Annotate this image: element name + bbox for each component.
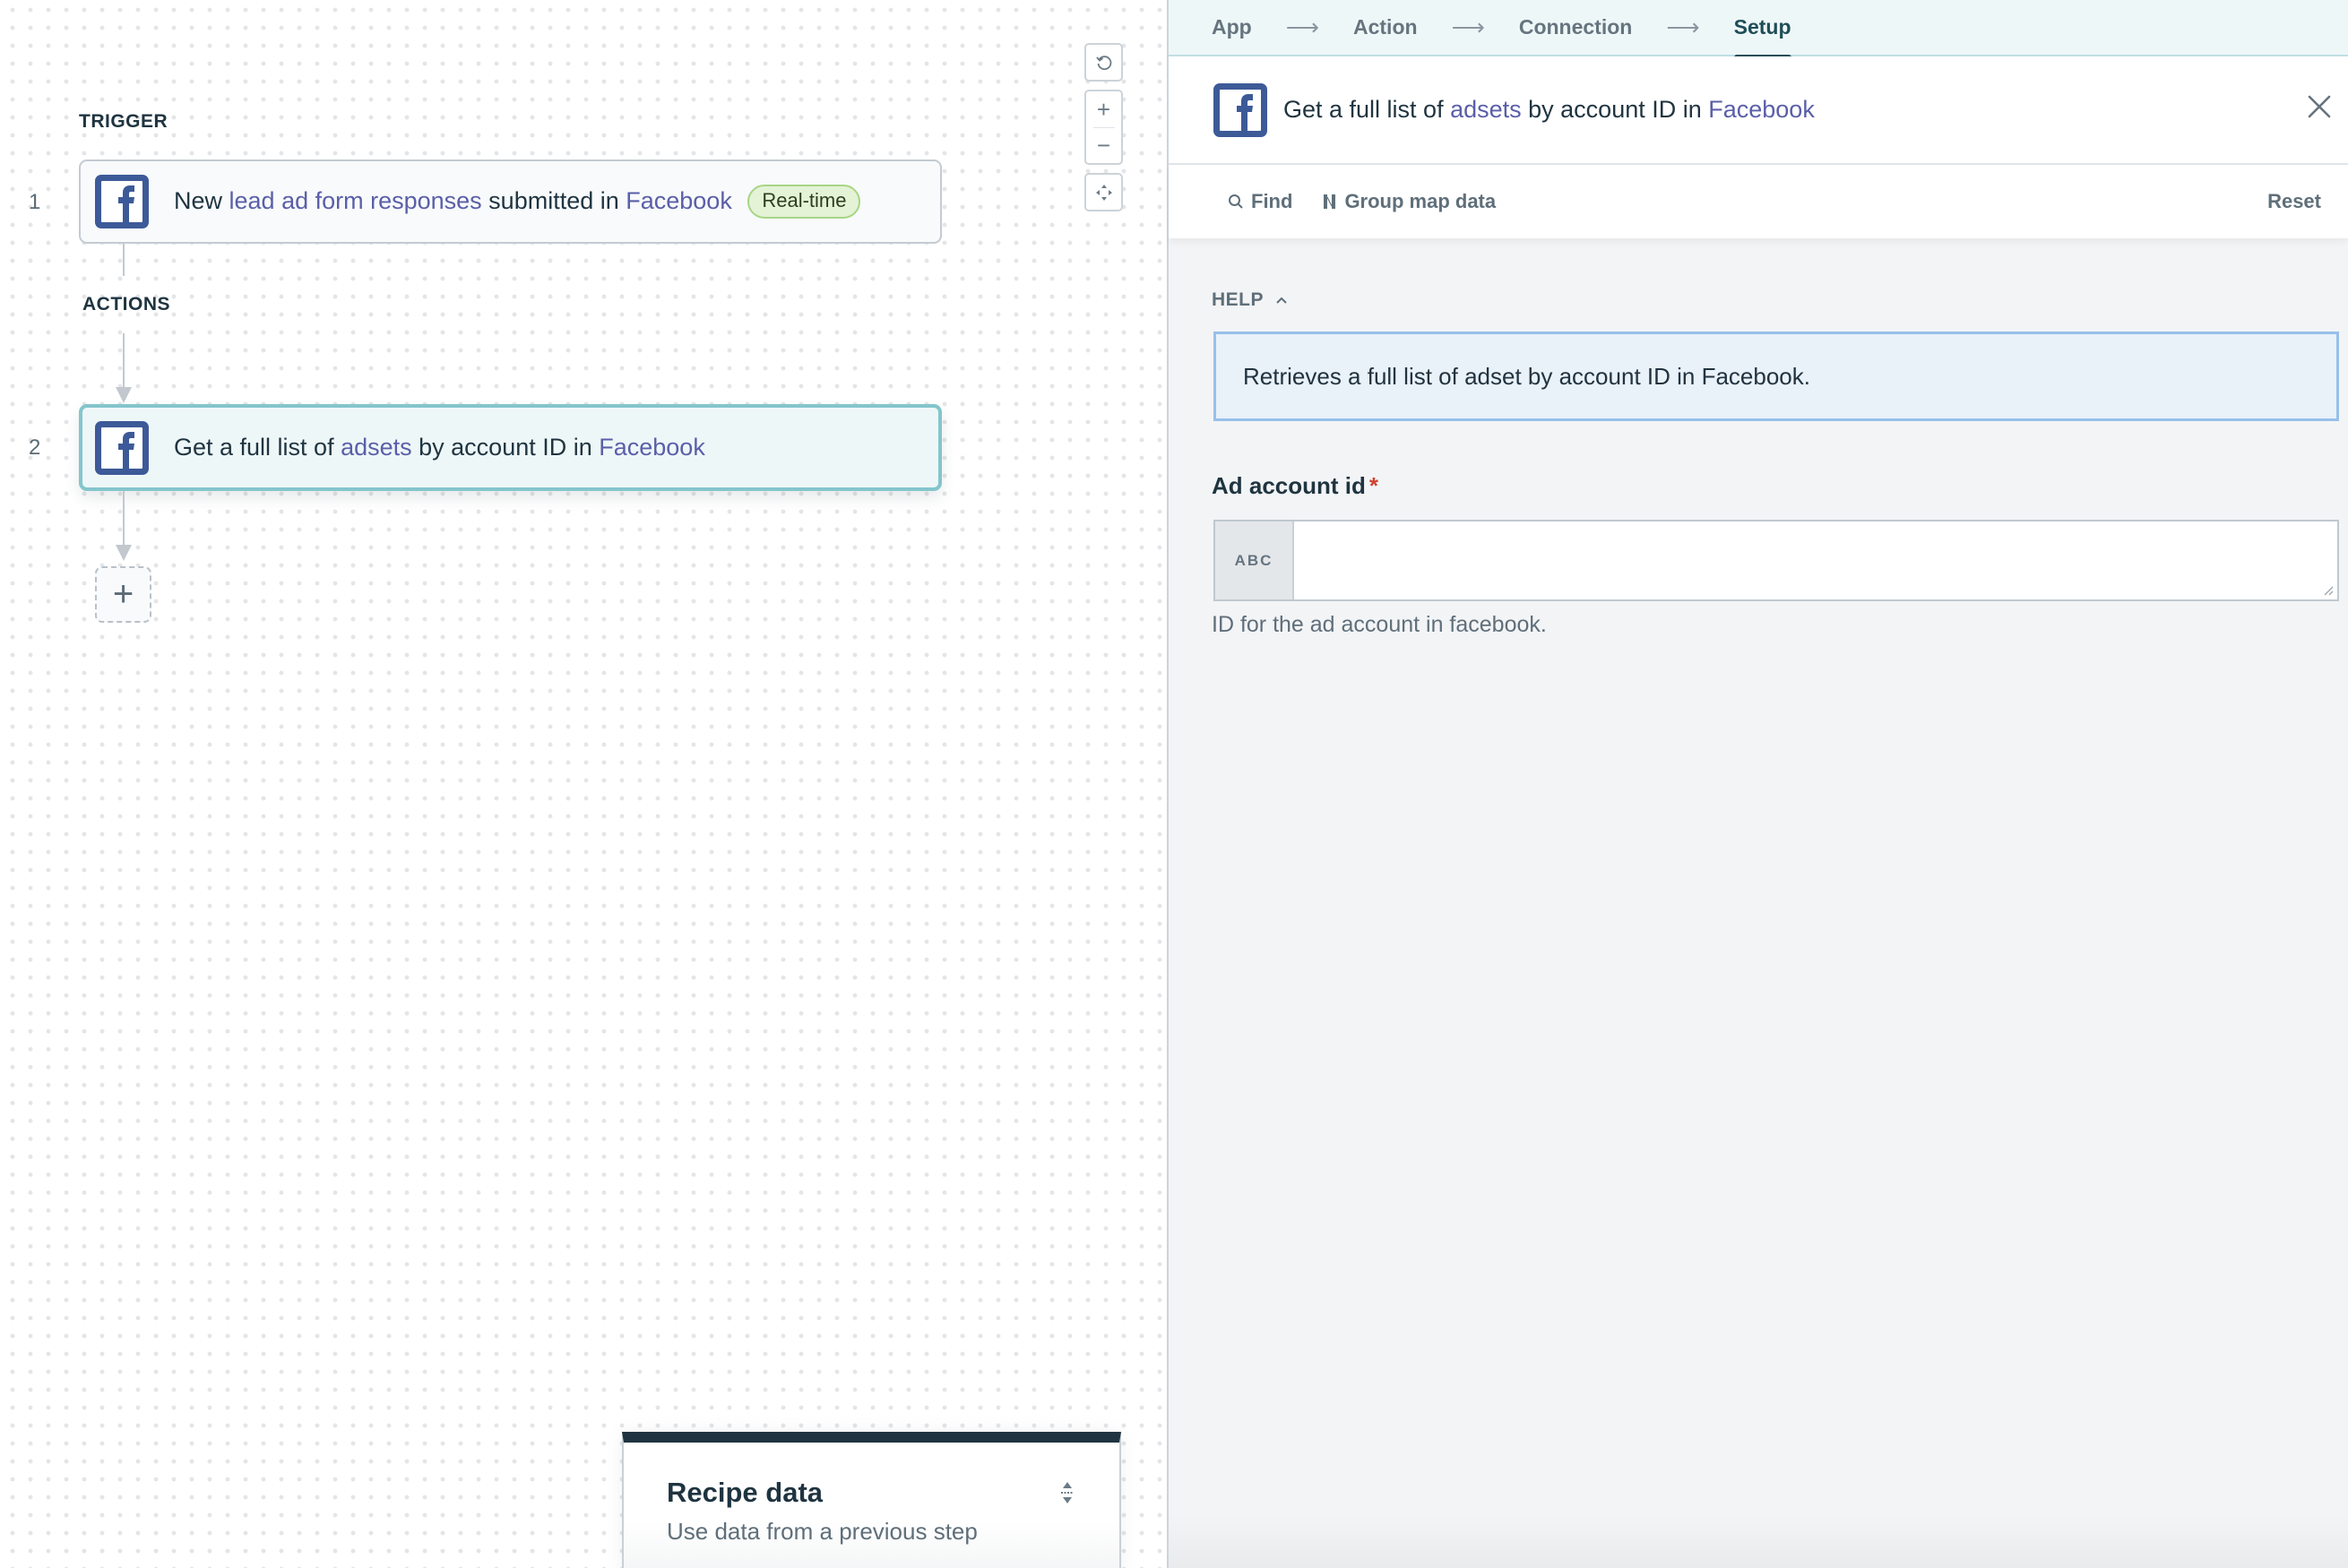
recipe-canvas[interactable]: TRIGGER 1 New lead ad form responses sub…	[0, 0, 1167, 1568]
facebook-icon	[95, 420, 149, 475]
text-part: submitted in	[481, 187, 626, 214]
trigger-step-text: New lead ad form responses submitted in …	[174, 185, 861, 219]
zoom-controls: + −	[1084, 90, 1123, 165]
app-link[interactable]: Facebook	[1708, 96, 1815, 123]
group-icon	[1324, 194, 1336, 209]
action-step-card[interactable]: Get a full list of adsets by account ID …	[79, 404, 942, 491]
trigger-step-card[interactable]: New lead ad form responses submitted in …	[79, 159, 942, 244]
close-icon[interactable]	[2303, 90, 2335, 123]
zoom-out-button[interactable]: −	[1086, 128, 1121, 163]
step-config-panel: App ⟶ Action ⟶ Connection ⟶ Setup Get a …	[1167, 0, 2348, 1568]
object-link[interactable]: adsets	[1450, 96, 1522, 123]
action-step-text: Get a full list of adsets by account ID …	[174, 434, 705, 461]
field-type-tag: ABC	[1215, 521, 1294, 599]
ad-account-id-field: ABC	[1213, 520, 2339, 601]
chevron-up-icon	[1276, 297, 1287, 304]
required-marker: *	[1368, 472, 1379, 499]
fit-view-icon	[1095, 184, 1112, 201]
expand-collapse-icon[interactable]	[1058, 1480, 1076, 1505]
ad-account-id-label: Ad account id *	[1212, 472, 1378, 500]
connector-line	[123, 333, 125, 392]
help-label: HELP	[1212, 289, 1265, 310]
find-button[interactable]: Find	[1228, 190, 1292, 213]
connector-line	[123, 244, 125, 276]
zoom-in-button[interactable]: +	[1086, 92, 1121, 127]
help-toggle[interactable]: HELP	[1212, 289, 1289, 311]
trigger-section-label: TRIGGER	[79, 111, 168, 132]
recipe-data-card[interactable]: Recipe data Use data from a previous ste…	[622, 1432, 1121, 1568]
fit-view-button[interactable]	[1084, 173, 1123, 211]
facebook-icon	[1213, 82, 1267, 137]
realtime-badge: Real-time	[747, 185, 861, 219]
object-link[interactable]: adsets	[341, 434, 412, 461]
connector-line	[123, 491, 125, 550]
recipe-data-title: Recipe data	[667, 1477, 824, 1508]
text-part: by account ID in	[411, 434, 600, 461]
help-text-box: Retrieves a full list of adset by accoun…	[1213, 332, 2339, 421]
breadcrumb-setup[interactable]: Setup	[1733, 15, 1791, 59]
reset-view-button[interactable]	[1084, 43, 1123, 82]
breadcrumb-app[interactable]: App	[1212, 15, 1252, 39]
panel-header: Get a full list of adsets by account ID …	[1169, 56, 2348, 165]
arrow-right-icon: ⟶	[1451, 13, 1485, 40]
panel-title: Get a full list of adsets by account ID …	[1283, 96, 1815, 124]
text-part: by account ID in	[1521, 96, 1709, 123]
arrow-right-icon: ⟶	[1666, 13, 1700, 40]
text-part: Get a full list of	[1283, 96, 1451, 123]
actions-section-label: ACTIONS	[82, 294, 170, 314]
field-label-text: Ad account id	[1212, 472, 1366, 499]
ad-account-id-input[interactable]	[1294, 521, 2337, 599]
reset-button[interactable]: Reset	[2267, 190, 2321, 213]
ad-account-id-hint: ID for the ad account in facebook.	[1212, 612, 1547, 637]
facebook-icon	[95, 175, 149, 228]
group-map-data-label: Group map data	[1344, 190, 1497, 212]
arrow-right-icon: ⟶	[1285, 13, 1319, 40]
recipe-data-subtitle: Use data from a previous step	[667, 1518, 978, 1545]
resize-handle-icon[interactable]	[2321, 583, 2334, 596]
step-number: 1	[29, 190, 41, 214]
text-part: New	[174, 187, 229, 214]
text-part: Get a full list of	[174, 434, 341, 461]
step-number: 2	[29, 435, 41, 460]
group-map-data-button[interactable]: Group map data	[1323, 190, 1496, 213]
object-link[interactable]: lead ad form responses	[229, 187, 482, 214]
app-link[interactable]: Facebook	[626, 187, 732, 214]
wizard-breadcrumb: App ⟶ Action ⟶ Connection ⟶ Setup	[1169, 0, 2348, 59]
find-label: Find	[1251, 190, 1293, 212]
app-link[interactable]: Facebook	[599, 434, 705, 461]
breadcrumb-action[interactable]: Action	[1353, 15, 1418, 39]
refresh-icon	[1095, 55, 1111, 70]
add-step-button[interactable]: +	[95, 566, 151, 623]
search-icon	[1229, 194, 1243, 209]
breadcrumb-connection[interactable]: Connection	[1519, 15, 1633, 39]
panel-bottom-shade	[1169, 1514, 2348, 1568]
connector-arrow-icon	[116, 545, 132, 561]
connector-arrow-icon	[116, 387, 132, 403]
panel-toolbar: Find Group map data Reset	[1169, 165, 2348, 238]
